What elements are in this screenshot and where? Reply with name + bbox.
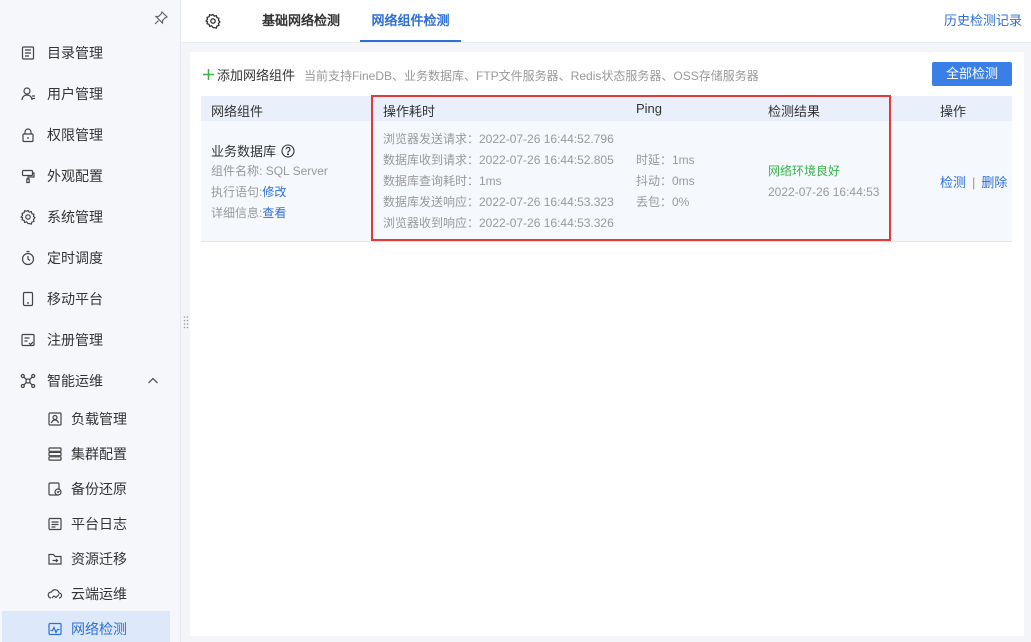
top-tabbar: 基础网络检测 网络组件检测 历史检测记录 <box>181 0 1031 43</box>
view-detail-link[interactable]: 查看 <box>262 206 286 220</box>
sidebar-item-label: 目录管理 <box>47 44 103 61</box>
cluster-icon <box>47 446 63 462</box>
sidebar-item-label: 智能运维 <box>47 372 103 389</box>
add-network-component-button[interactable]: 添加网络组件 <box>202 65 295 83</box>
sidebar-subitem-label: 网络检测 <box>71 620 127 637</box>
sidebar-item-label: 权限管理 <box>47 126 103 143</box>
component-cell: 业务数据库 组件名称: SQL Server 执行语句:修改 详细信息:查看 <box>211 140 328 224</box>
actions-separator: | <box>972 175 976 190</box>
detect-all-button[interactable]: 全部检测 <box>932 62 1012 86</box>
sidebar-item-permissions[interactable]: 权限管理 <box>0 114 181 155</box>
sidebar-subitem-cluster[interactable]: 集群配置 <box>0 436 181 471</box>
sidebar-subitem-label: 负载管理 <box>71 410 127 427</box>
sidebar-menu: 目录管理 用户管理 权限管理 外观配置 系统管理 定时调度 移动平台 注册管理 … <box>0 32 181 642</box>
sidebar-item-label: 移动平台 <box>47 290 103 307</box>
sidebar-subitem-logs[interactable]: 平台日志 <box>0 506 181 541</box>
sidebar-subitem-label: 资源迁移 <box>71 550 127 567</box>
sidebar-item-users[interactable]: 用户管理 <box>0 73 181 114</box>
column-header-actions: 操作 <box>940 104 967 119</box>
sidebar-subitem-label: 备份还原 <box>71 480 127 497</box>
tab-basic-network-check[interactable]: 基础网络检测 <box>262 0 340 42</box>
sidebar-item-register[interactable]: 注册管理 <box>0 319 181 360</box>
sidebar-item-schedule[interactable]: 定时调度 <box>0 237 181 278</box>
catalog-icon <box>20 45 36 61</box>
statement-line: 执行语句:修改 <box>211 182 328 203</box>
sidebar-item-label: 用户管理 <box>47 85 103 102</box>
edit-statement-link[interactable]: 修改 <box>262 185 286 199</box>
add-network-component-label: 添加网络组件 <box>217 67 296 83</box>
sidebar-item-label: 系统管理 <box>47 208 103 225</box>
sidebar-subitem-label: 云端运维 <box>71 585 127 602</box>
sidebar-item-label: 定时调度 <box>47 249 103 266</box>
backup-icon <box>47 481 63 497</box>
sidebar-item-label: 外观配置 <box>47 167 103 184</box>
network-check-icon <box>47 621 63 637</box>
sidebar-subitem-cloud-ops[interactable]: 云端运维 <box>0 576 181 611</box>
pin-icon[interactable] <box>153 10 169 26</box>
column-header-component: 网络组件 <box>211 104 264 119</box>
detail-label: 详细信息: <box>211 206 263 220</box>
sidebar-subitem-backup[interactable]: 备份还原 <box>0 471 181 506</box>
chevron-up-icon[interactable] <box>147 374 159 386</box>
actions-cell: 检测 | 删除 <box>940 172 1007 191</box>
sidebar-subitem-label: 集群配置 <box>71 445 127 462</box>
plus-icon <box>202 68 215 81</box>
tab-network-component-check[interactable]: 网络组件检测 <box>360 0 461 42</box>
log-icon <box>47 516 63 532</box>
component-name-line: 组件名称: SQL Server <box>211 161 328 182</box>
sidebar-subitem-load[interactable]: 负载管理 <box>0 401 181 436</box>
supported-components-hint: 当前支持FineDB、业务数据库、FTP文件服务器、Redis状态服务器、OSS… <box>304 69 759 83</box>
cloud-ops-icon <box>47 586 63 602</box>
timer-icon <box>20 250 36 266</box>
delete-link[interactable]: 删除 <box>981 175 1007 190</box>
detect-link[interactable]: 检测 <box>940 175 966 190</box>
register-icon <box>20 332 36 348</box>
user-icon <box>20 86 36 102</box>
detail-line: 详细信息:查看 <box>211 203 328 224</box>
appearance-icon <box>20 168 36 184</box>
statement-label: 执行语句: <box>211 185 263 199</box>
gear-icon <box>20 209 36 225</box>
component-title: 业务数据库 <box>211 144 277 159</box>
component-name-label: 组件名称: <box>211 164 263 178</box>
sidebar-item-mobile[interactable]: 移动平台 <box>0 278 181 319</box>
sidebar-item-label: 注册管理 <box>47 331 103 348</box>
sidebar-item-smart-ops[interactable]: 智能运维 <box>0 360 181 401</box>
lock-icon <box>20 127 36 143</box>
sidebar-subitem-network-check[interactable]: 网络检测 <box>2 611 170 642</box>
settings-gear-icon[interactable] <box>205 13 221 29</box>
load-icon <box>47 411 63 427</box>
mobile-icon <box>20 291 36 307</box>
help-icon[interactable] <box>281 143 295 158</box>
ops-icon <box>20 373 36 389</box>
sidebar: 目录管理 用户管理 权限管理 外观配置 系统管理 定时调度 移动平台 注册管理 … <box>0 0 181 642</box>
sidebar-subitem-label: 平台日志 <box>71 515 127 532</box>
sidebar-subitem-migrate[interactable]: 资源迁移 <box>0 541 181 576</box>
highlight-box <box>371 95 891 241</box>
sidebar-item-appearance[interactable]: 外观配置 <box>0 155 181 196</box>
component-name-value: SQL Server <box>265 164 328 178</box>
sidebar-item-catalog[interactable]: 目录管理 <box>0 32 181 73</box>
component-title-line: 业务数据库 <box>211 140 328 161</box>
migrate-icon <box>47 551 63 567</box>
resize-handle-icon[interactable] <box>183 314 189 330</box>
sidebar-item-system[interactable]: 系统管理 <box>0 196 181 237</box>
history-records-link[interactable]: 历史检测记录 <box>944 0 1022 42</box>
